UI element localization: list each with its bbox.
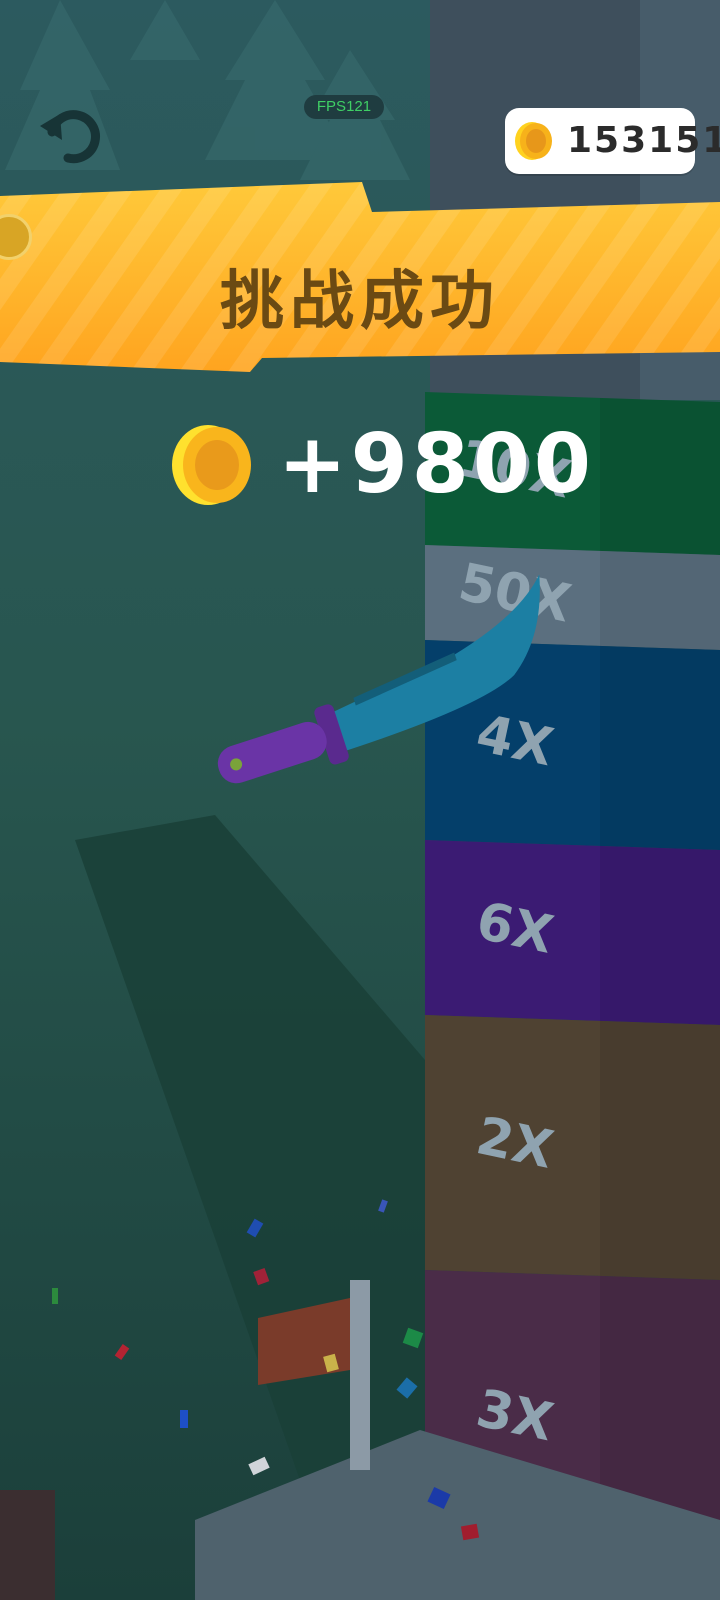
restart-icon <box>40 110 100 164</box>
tower-block-shade <box>600 846 720 1025</box>
coin-icon <box>515 122 552 160</box>
tower-block-shade <box>600 1021 720 1280</box>
coin-counter: 153151 <box>505 108 720 174</box>
reward-coin-icon <box>172 425 251 505</box>
restart-button[interactable] <box>38 102 106 166</box>
tower: 10X50X4X6X2X3X <box>425 392 720 1570</box>
fps-counter: FPS121 <box>304 95 384 119</box>
result-title: 挑战成功 <box>220 265 500 339</box>
reward-amount: +9800 <box>278 417 595 512</box>
tower-block-shade <box>600 398 720 555</box>
tower-block-shade <box>600 646 720 850</box>
tower-block-shade <box>600 551 720 650</box>
reward: +9800 <box>170 420 591 510</box>
flag-pole <box>350 1280 370 1470</box>
coin-count: 153151 <box>567 120 720 161</box>
game-scene: 10X50X4X6X2X3X <box>0 0 720 1600</box>
